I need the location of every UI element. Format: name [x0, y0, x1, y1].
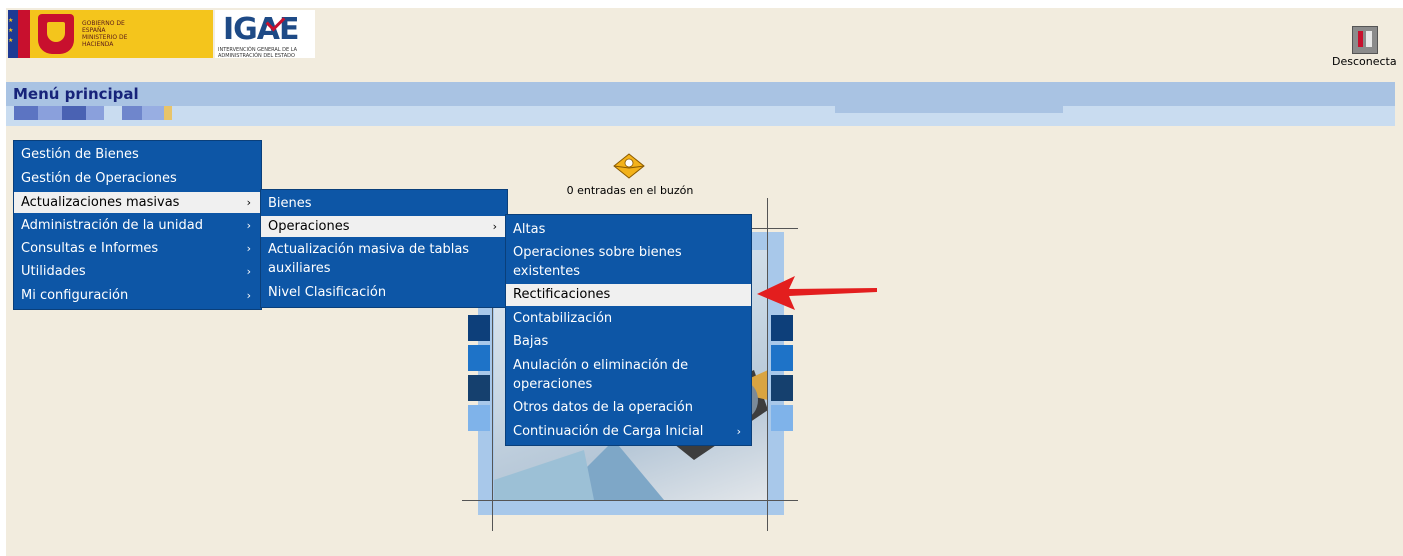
mailbox-icon[interactable]	[612, 153, 646, 179]
chevron-right-icon: ›	[246, 219, 251, 232]
menu-item-operaciones-bienes-existentes[interactable]: Operaciones sobre bienes existentes	[506, 245, 751, 280]
menu-bar-lower-band	[6, 106, 1395, 126]
menu-item-label: Administración de la unidad	[21, 218, 203, 233]
chevron-right-icon: ›	[246, 265, 251, 278]
menu-item-label: Gestión de Bienes	[21, 147, 139, 162]
menu-item-label: Bajas	[513, 334, 549, 349]
menu-item-label-line2: auxiliares	[268, 261, 331, 276]
menu-item-label: Bienes	[268, 196, 312, 211]
main-menu: Gestión de Bienes Gestión de Operaciones…	[13, 140, 262, 310]
igae-logo-title: IGAE	[223, 12, 299, 47]
chevron-right-icon: ›	[492, 220, 497, 233]
menu-item-bajas[interactable]: Bajas	[506, 334, 751, 350]
eu-flag-icon	[8, 10, 30, 58]
mailbox-status[interactable]: 0 entradas en el buzón	[520, 184, 740, 197]
menu-item-label-line2: existentes	[513, 264, 581, 279]
menu-item-actualizaciones-masivas[interactable]: Actualizaciones masivas ›	[14, 192, 261, 213]
menu-item-anulacion-eliminacion[interactable]: Anulación o eliminación de operaciones	[506, 358, 751, 393]
menu-item-label: Nivel Clasificación	[268, 285, 387, 300]
menu-item-consultas-informes[interactable]: Consultas e Informes ›	[14, 241, 261, 257]
disconnect-button[interactable]: Desconecta	[1330, 22, 1403, 72]
disconnect-label: Desconecta	[1332, 55, 1397, 68]
menu-item-administracion-unidad[interactable]: Administración de la unidad ›	[14, 218, 261, 234]
page-title: Menú principal	[13, 85, 139, 103]
chevron-right-icon: ›	[246, 196, 251, 209]
chevron-right-icon: ›	[246, 289, 251, 302]
government-logo: GOBIERNO DE ESPAÑA MINISTERIO DE HACIEND…	[8, 10, 213, 58]
menu-item-mi-configuracion[interactable]: Mi configuración ›	[14, 288, 261, 304]
red-annotation-arrow-icon	[755, 272, 880, 312]
coat-of-arms-icon	[38, 14, 74, 54]
menu-item-rectificaciones[interactable]: Rectificaciones	[506, 284, 751, 306]
igae-logo-subtitle: INTERVENCIÓN GENERAL DE LA ADMINISTRACIÓ…	[218, 47, 298, 59]
decorative-square	[771, 345, 793, 371]
menu-item-label: Rectificaciones	[513, 287, 611, 302]
submenu-operaciones: Altas Operaciones sobre bienes existente…	[505, 214, 752, 446]
menu-item-continuacion-carga[interactable]: Continuación de Carga Inicial ›	[506, 424, 751, 440]
menu-item-utilidades[interactable]: Utilidades ›	[14, 264, 261, 280]
exit-door-icon	[1352, 26, 1378, 54]
main-menu-bar: Menú principal	[6, 82, 1395, 106]
menu-item-otros-datos[interactable]: Otros datos de la operación	[506, 400, 751, 416]
menu-item-label: Actualizaciones masivas	[21, 195, 180, 210]
igae-logo: IGAE INTERVENCIÓN GENERAL DE LA ADMINIST…	[215, 10, 315, 59]
menu-item-altas[interactable]: Altas	[506, 222, 751, 238]
menu-item-contabilizacion[interactable]: Contabilización	[506, 311, 751, 327]
chevron-right-icon: ›	[246, 242, 251, 255]
image-guide-line	[462, 500, 798, 501]
menu-item-label: Mi configuración	[21, 288, 129, 303]
menu-item-label: Consultas e Informes	[21, 241, 159, 256]
decorative-square	[771, 375, 793, 401]
decorative-square	[468, 405, 490, 431]
menu-item-label: Operaciones sobre bienes	[513, 245, 682, 260]
menu-item-label: Operaciones	[268, 219, 350, 234]
decorative-square	[468, 375, 490, 401]
decorative-square	[468, 345, 490, 371]
menu-item-bienes[interactable]: Bienes	[261, 196, 507, 212]
menu-item-label: Utilidades	[21, 264, 86, 279]
menu-bar-accent	[835, 106, 1063, 113]
menu-item-operaciones[interactable]: Operaciones ›	[261, 216, 507, 237]
menu-item-gestion-operaciones[interactable]: Gestión de Operaciones	[14, 171, 261, 187]
menu-item-label: Contabilización	[513, 311, 613, 326]
menu-item-label: Altas	[513, 222, 546, 237]
decorative-square	[771, 405, 793, 431]
image-guide-line	[767, 198, 768, 531]
menu-item-label: Continuación de Carga Inicial	[513, 424, 704, 439]
image-guide-line	[750, 228, 798, 229]
menu-item-label-line2: operaciones	[513, 377, 593, 392]
top-frame	[0, 0, 1403, 8]
menu-item-gestion-bienes[interactable]: Gestión de Bienes	[14, 147, 261, 163]
submenu-actualizaciones: Bienes Operaciones › Actualización masiva…	[260, 189, 508, 308]
menu-item-label: Otros datos de la operación	[513, 400, 693, 415]
menu-item-label: Gestión de Operaciones	[21, 171, 177, 186]
menu-item-label: Actualización masiva de tablas	[268, 242, 470, 257]
menu-item-actualizacion-tablas[interactable]: Actualización masiva de tablas auxiliare…	[261, 242, 507, 277]
decorative-square	[468, 315, 490, 341]
menu-item-label: Anulación o eliminación de	[513, 358, 689, 373]
menu-item-nivel-clasificacion[interactable]: Nivel Clasificación	[261, 285, 507, 301]
decorative-square	[771, 315, 793, 341]
government-logo-text: GOBIERNO DE ESPAÑA MINISTERIO DE HACIEND…	[82, 20, 128, 48]
chevron-right-icon: ›	[736, 425, 741, 438]
image-guide-line	[492, 300, 493, 531]
